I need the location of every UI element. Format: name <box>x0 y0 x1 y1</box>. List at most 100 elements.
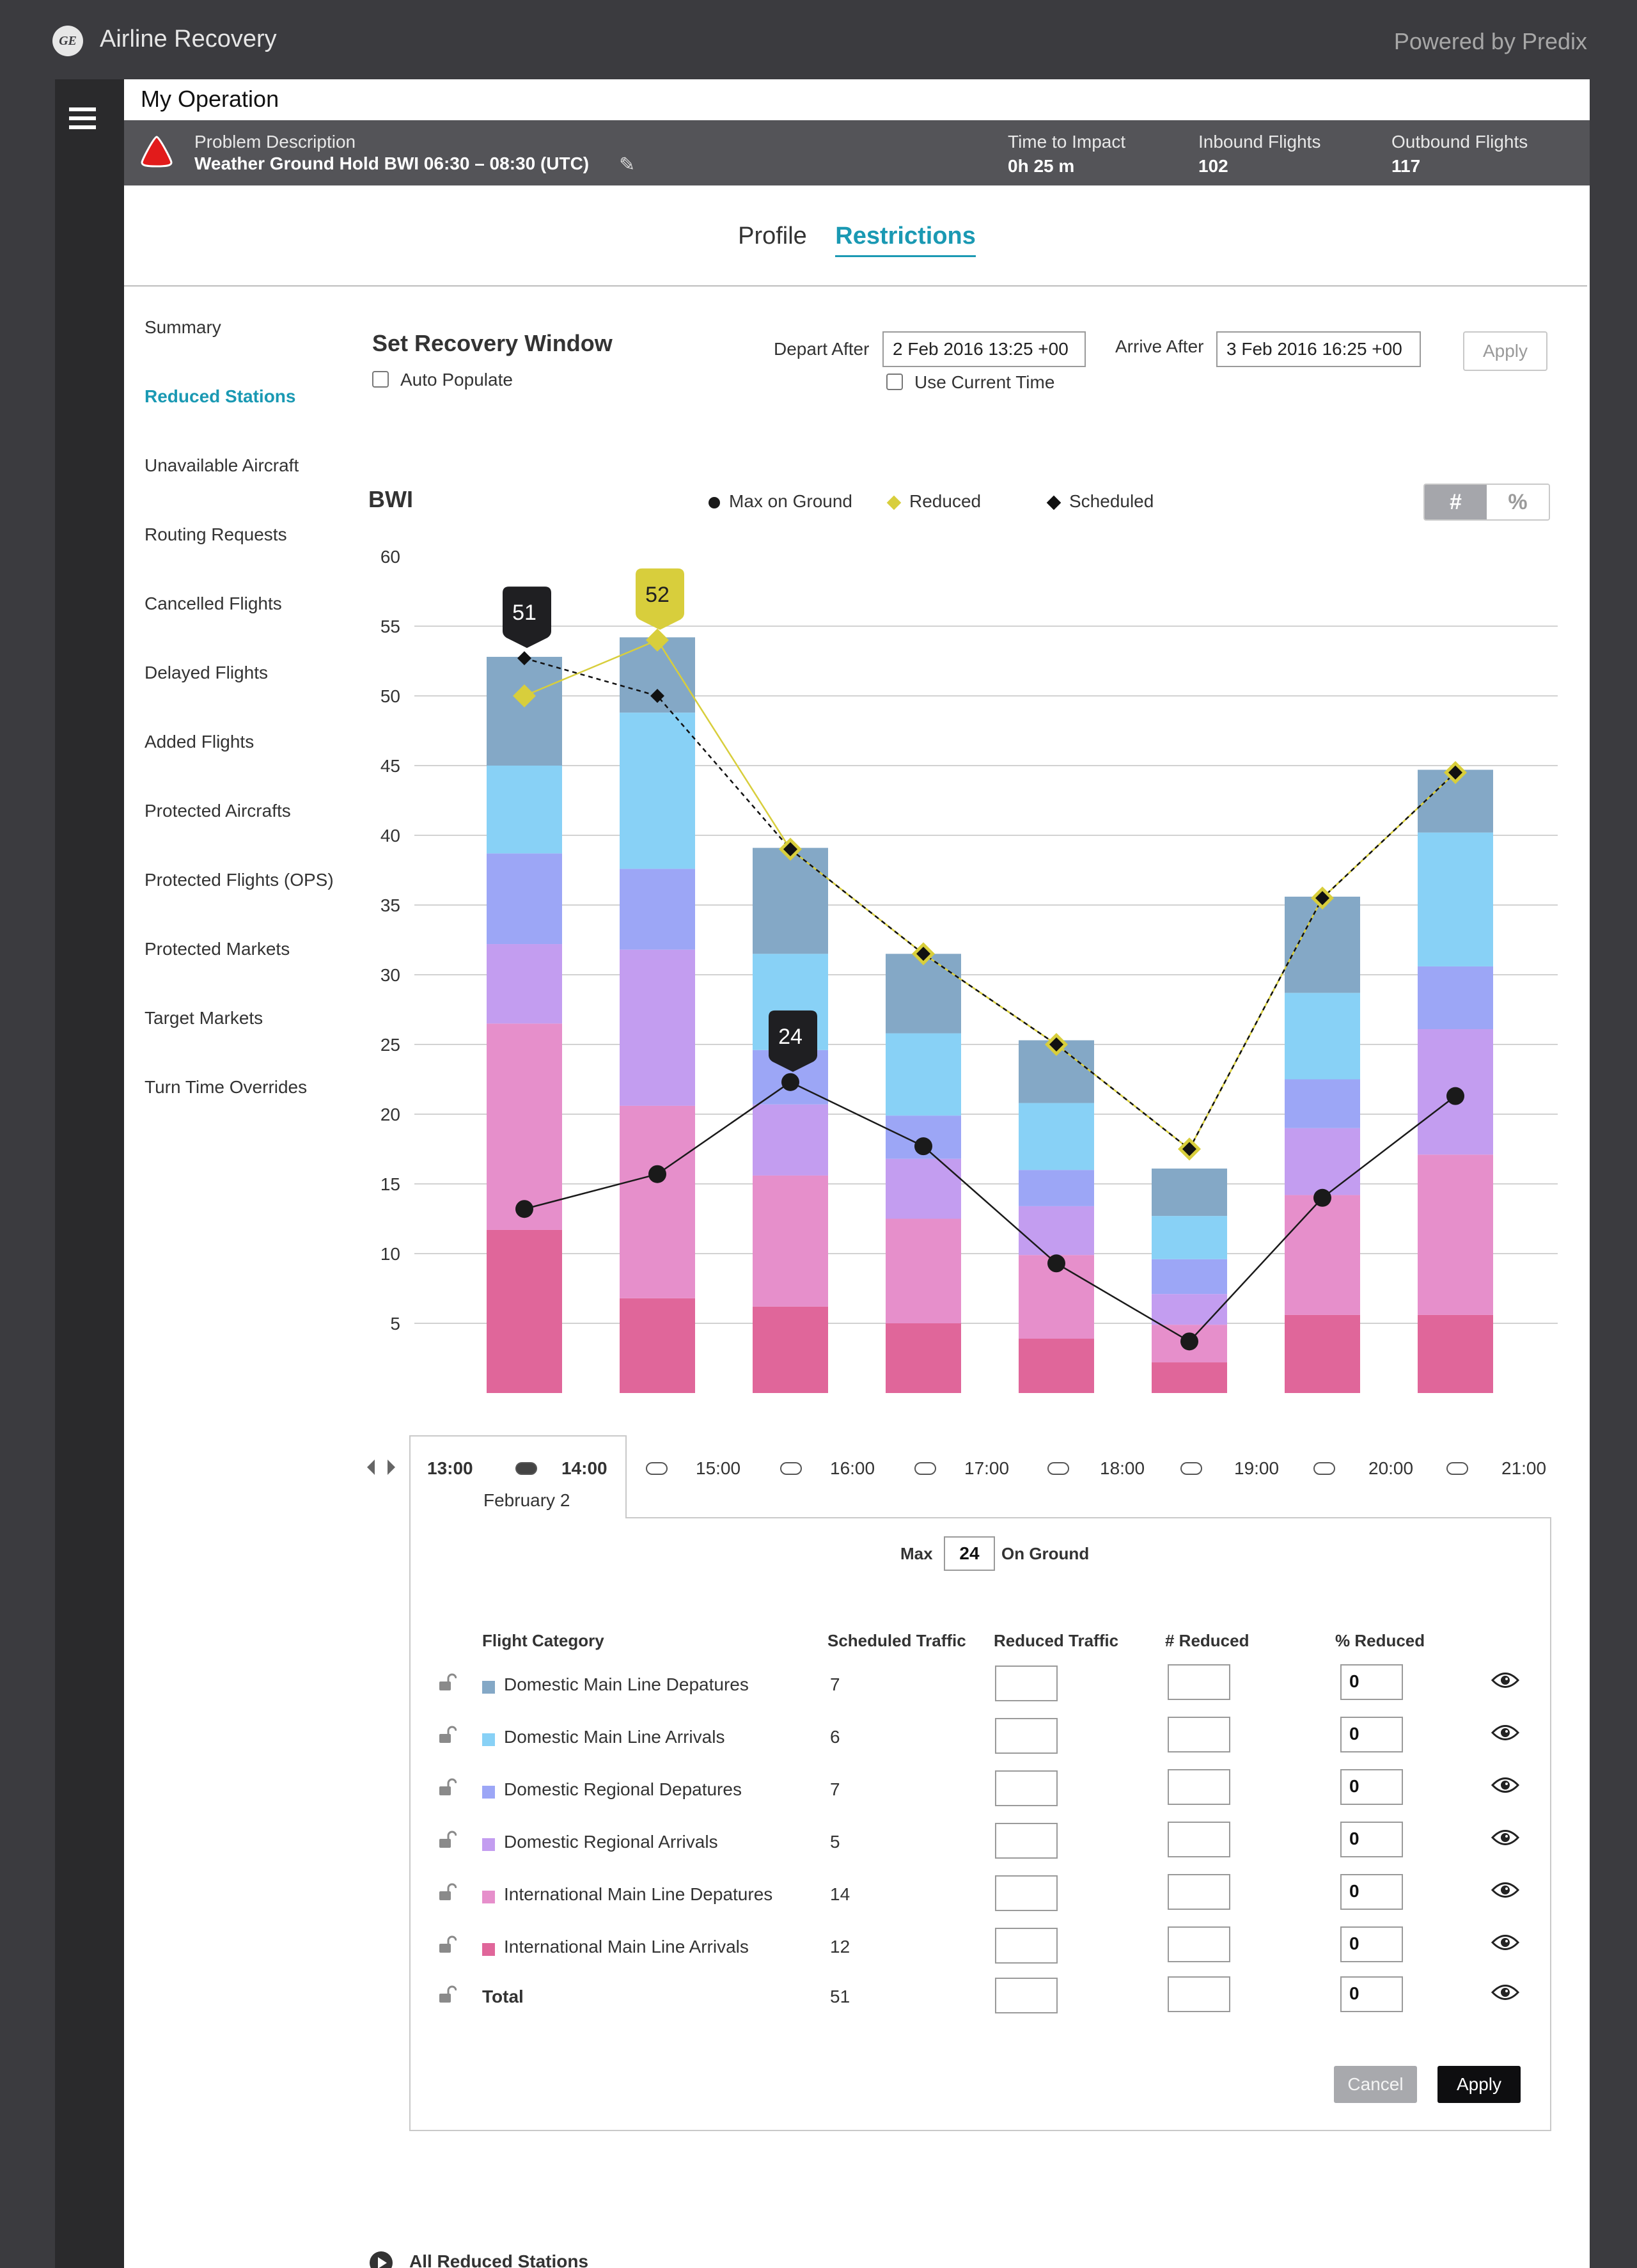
num-reduced-input[interactable] <box>1168 1874 1230 1910</box>
eye-icon[interactable] <box>1491 1880 1519 1900</box>
time-15[interactable]: 15:00 <box>696 1458 740 1479</box>
max-on-ground-point <box>1047 1254 1065 1273</box>
bar-segment <box>886 1158 961 1219</box>
expand-icon[interactable] <box>370 2251 393 2268</box>
eye-icon[interactable] <box>1491 1671 1519 1690</box>
eye-icon[interactable] <box>1491 1828 1519 1847</box>
y-tick-label: 40 <box>380 826 400 846</box>
y-tick-label: 55 <box>380 617 400 636</box>
timeline-slot[interactable] <box>780 1462 802 1475</box>
time-16[interactable]: 16:00 <box>830 1458 875 1479</box>
num-reduced-input[interactable] <box>1168 1822 1230 1857</box>
category-name: Domestic Regional Depatures <box>504 1779 742 1799</box>
unlock-icon[interactable] <box>437 1883 457 1907</box>
num-reduced-input[interactable] <box>1168 1664 1230 1700</box>
bar-segment <box>1152 1259 1227 1295</box>
pct-reduced-input[interactable]: 0 <box>1340 1976 1403 2012</box>
y-tick-label: 60 <box>380 547 400 567</box>
eye-icon[interactable] <box>1491 1776 1519 1795</box>
category-name: International Main Line Depatures <box>504 1884 773 1904</box>
unlock-icon[interactable] <box>437 1935 457 1959</box>
time-13[interactable]: 13:00 <box>427 1458 473 1479</box>
eye-icon[interactable] <box>1491 1933 1519 1952</box>
col-pct-reduced: % Reduced <box>1335 1631 1425 1650</box>
timeline-slot[interactable] <box>1313 1462 1335 1475</box>
time-14[interactable]: 14:00 <box>561 1458 607 1479</box>
bar-segment <box>1418 1154 1493 1315</box>
bar-segment <box>753 1175 828 1307</box>
category-swatch <box>482 1891 495 1903</box>
bar-segment <box>886 954 961 1034</box>
bar-segment <box>886 1033 961 1116</box>
bar-segment <box>487 766 562 854</box>
bar-segment <box>1152 1294 1227 1325</box>
bar-segment <box>1152 1169 1227 1217</box>
timeline-slot[interactable] <box>1180 1462 1202 1475</box>
pct-reduced-input[interactable]: 0 <box>1340 1874 1403 1910</box>
bar-segment <box>1152 1216 1227 1259</box>
bar-segment <box>753 1104 828 1176</box>
time-21[interactable]: 21:00 <box>1501 1458 1546 1479</box>
y-tick-label: 20 <box>380 1105 400 1124</box>
category-swatch <box>482 1838 495 1851</box>
max-on-ground-point <box>648 1165 666 1183</box>
timeline-slot[interactable] <box>1047 1462 1069 1475</box>
pct-reduced-input[interactable]: 0 <box>1340 1822 1403 1857</box>
reduced-traffic-input[interactable] <box>995 1928 1058 1964</box>
app-title: Airline Recovery <box>100 26 277 52</box>
y-tick-label: 30 <box>380 965 400 985</box>
time-19[interactable]: 19:00 <box>1234 1458 1279 1479</box>
apply-button[interactable]: Apply <box>1437 2066 1521 2103</box>
pct-reduced-input[interactable]: 0 <box>1340 1926 1403 1962</box>
pct-reduced-input[interactable]: 0 <box>1340 1769 1403 1805</box>
y-tick-label: 15 <box>380 1174 400 1194</box>
eye-icon[interactable] <box>1491 1723 1519 1742</box>
timeline-scroll-icon[interactable] <box>364 1456 398 1479</box>
timeline-slot-active[interactable] <box>515 1462 537 1475</box>
y-tick-label: 10 <box>380 1244 400 1264</box>
bar-segment <box>1285 1195 1360 1315</box>
timeline-slot[interactable] <box>914 1462 936 1475</box>
max-on-ground-point <box>1180 1332 1198 1351</box>
scheduled-value: 51 <box>830 1987 850 2006</box>
time-20[interactable]: 20:00 <box>1368 1458 1413 1479</box>
menu-icon[interactable] <box>69 107 96 129</box>
max-on-ground-point <box>1446 1087 1464 1105</box>
bar-segment <box>753 1306 828 1393</box>
scheduled-value: 7 <box>830 1779 840 1799</box>
reduced-traffic-input[interactable] <box>995 1666 1058 1701</box>
all-reduced-stations[interactable]: All Reduced Stations <box>409 2251 588 2268</box>
bar-segment <box>1418 832 1493 966</box>
reduced-traffic-input[interactable] <box>995 1718 1058 1754</box>
timeline-slot[interactable] <box>646 1462 668 1475</box>
bar-segment <box>1285 1128 1360 1195</box>
reduced-traffic-input[interactable] <box>995 1823 1058 1859</box>
category-name: Domestic Main Line Depatures <box>504 1674 749 1694</box>
pct-reduced-input[interactable]: 0 <box>1340 1664 1403 1700</box>
time-17[interactable]: 17:00 <box>964 1458 1009 1479</box>
pct-reduced-input[interactable]: 0 <box>1340 1717 1403 1752</box>
max-input[interactable]: 24 <box>944 1536 995 1571</box>
bar-segment <box>1285 1314 1360 1393</box>
bwi-chart: 5 10 15 20 25 30 35 40 45 50 55 60 51 52 24 <box>380 547 1558 1393</box>
cancel-button[interactable]: Cancel <box>1334 2066 1417 2103</box>
timeline-slot[interactable] <box>1446 1462 1468 1475</box>
num-reduced-input[interactable] <box>1168 1976 1230 2012</box>
unlock-icon[interactable] <box>437 1778 457 1802</box>
num-reduced-input[interactable] <box>1168 1769 1230 1805</box>
reduced-traffic-input[interactable] <box>995 1978 1058 2013</box>
unlock-icon[interactable] <box>437 1726 457 1749</box>
unlock-icon[interactable] <box>437 1985 457 2009</box>
reduced-traffic-input[interactable] <box>995 1875 1058 1911</box>
bar-segment <box>886 1218 961 1323</box>
max-label: Max <box>900 1544 933 1563</box>
reduced-traffic-input[interactable] <box>995 1770 1058 1806</box>
num-reduced-input[interactable] <box>1168 1717 1230 1752</box>
unlock-icon[interactable] <box>437 1831 457 1854</box>
num-reduced-input[interactable] <box>1168 1926 1230 1962</box>
eye-icon[interactable] <box>1491 1983 1519 2002</box>
col-flight-category: Flight Category <box>482 1631 604 1650</box>
unlock-icon[interactable] <box>437 1673 457 1697</box>
time-18[interactable]: 18:00 <box>1100 1458 1145 1479</box>
bar-segment <box>487 944 562 1024</box>
